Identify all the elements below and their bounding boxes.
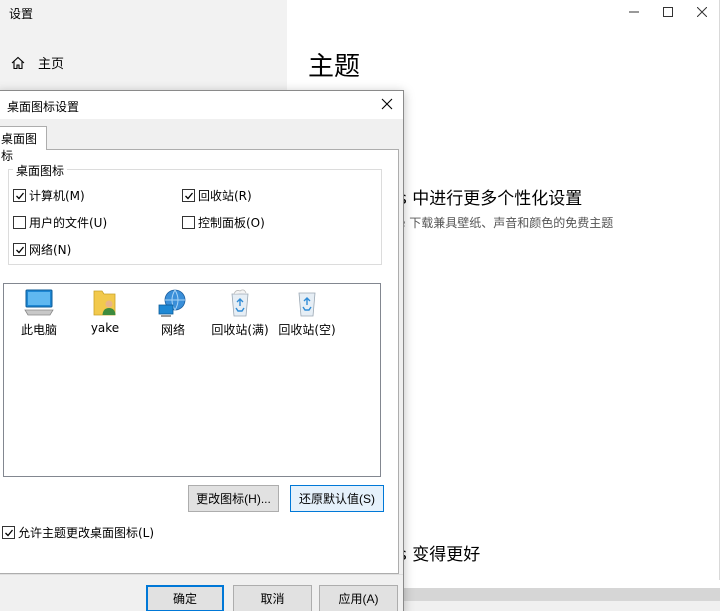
section-heading-more: s 中进行更多个性化设置 [398,189,583,209]
recycle-bin-full-icon [231,289,249,317]
sidebar-item-label: 主页 [38,57,65,72]
close-icon [697,7,707,17]
checkbox-user-files[interactable]: 用户的文件(U) [13,214,107,231]
checkbox-allow-themes[interactable]: 允许主题更改桌面图标(L) [2,524,154,541]
cancel-button[interactable]: 取消 [233,585,312,611]
maximize-icon [663,7,673,17]
list-item-user-folder[interactable]: yake [72,288,138,335]
icon-label: 此电脑 [20,323,57,337]
dialog-titlebar: 桌面图标设置 [0,91,403,119]
desktop-icons-group: 桌面图标 计算机(M) 回收站(R) 用户的文件(U) 控制面板(O) 网络(N… [8,162,382,265]
list-item-recycle-bin-empty[interactable]: 回收站(空) [274,288,340,338]
user-folder-icon [93,290,116,316]
page-title: 主题 [308,52,361,82]
ok-button[interactable]: 确定 [146,585,224,611]
icon-preview-list[interactable]: 此电脑 yake 网络 回收站(满) 回收站(空) [3,283,381,477]
checkbox-box[interactable] [13,216,26,229]
desktop-icon-settings-dialog: 桌面图标设置 桌面图标 桌面图标 计算机(M) 回收站(R) 用户的文件(U) [0,90,404,611]
group-label: 桌面图标 [13,162,68,179]
network-icon [158,289,186,317]
computer-icon [24,289,54,316]
checkmark-icon [15,246,24,253]
apply-button[interactable]: 应用(A) [319,585,398,611]
close-window-button[interactable] [685,0,719,24]
settings-window-title: 设置 [9,7,34,21]
checkbox-label: 计算机(M) [29,189,85,203]
recycle-bin-empty-icon [298,292,316,317]
list-item-this-pc[interactable]: 此电脑 [6,288,72,338]
checkbox-label: 回收站(R) [198,189,252,203]
icon-label: 回收站(满) [211,323,269,337]
checkbox-label: 用户的文件(U) [29,216,108,230]
close-icon [381,98,393,110]
checkbox-box[interactable] [13,243,26,256]
home-icon [10,55,26,71]
section-heading-better: s 变得更好 [398,545,481,565]
checkbox-control-panel[interactable]: 控制面板(O) [182,214,265,231]
checkbox-box[interactable] [182,216,195,229]
dialog-title: 桌面图标设置 [7,100,80,114]
sidebar-item-home[interactable]: 主页 [10,53,64,72]
section-description: e 下载兼具壁纸、声音和颜色的免费主题 [398,216,614,230]
tab-desktop-icons[interactable]: 桌面图标 [0,126,47,163]
checkbox-box[interactable] [2,526,15,539]
checkbox-label: 网络(N) [29,243,72,257]
checkmark-icon [4,529,13,536]
checkmark-icon [184,192,193,199]
list-item-network[interactable]: 网络 [140,288,206,338]
checkmark-icon [15,192,24,199]
change-icon-button[interactable]: 更改图标(H)... [188,485,279,512]
checkbox-box[interactable] [13,189,26,202]
checkbox-label: 允许主题更改桌面图标(L) [18,526,155,540]
dialog-close-button[interactable] [379,96,395,112]
minimize-button[interactable] [617,0,651,24]
checkbox-network[interactable]: 网络(N) [13,241,71,258]
checkbox-recycle-bin[interactable]: 回收站(R) [182,187,252,204]
checkbox-computer[interactable]: 计算机(M) [13,187,85,204]
list-item-recycle-bin-full[interactable]: 回收站(满) [207,288,273,338]
icon-label: 回收站(空) [278,323,336,337]
icon-label: yake [90,321,120,335]
divider [0,574,403,575]
checkbox-box[interactable] [182,189,195,202]
icon-label: 网络 [160,323,185,337]
maximize-button[interactable] [651,0,685,24]
minimize-icon [629,11,639,13]
window-controls [617,0,719,24]
checkbox-label: 控制面板(O) [198,216,265,230]
restore-default-button[interactable]: 还原默认值(S) [290,485,384,512]
